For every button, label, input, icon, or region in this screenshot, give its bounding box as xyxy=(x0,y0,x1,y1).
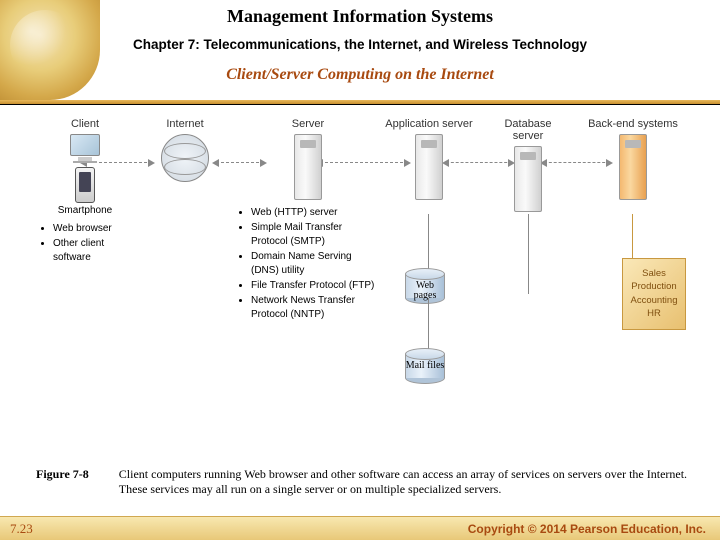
figure-number: Figure 7-8 xyxy=(36,467,89,498)
column-application-server: Application server xyxy=(384,118,474,200)
globe-decoration xyxy=(0,0,100,100)
slide-header: Management Information Systems Chapter 7… xyxy=(0,0,720,104)
db-server-tower-icon xyxy=(514,146,542,212)
web-pages-cylinder: Web pages xyxy=(400,268,450,307)
backend-tower-icon xyxy=(619,134,647,200)
column-internet: Internet xyxy=(150,118,220,182)
column-server: Server Web (HTTP) server Simple Mail Tra… xyxy=(238,118,378,323)
divider-line xyxy=(0,104,720,105)
mail-files-cylinder: Mail files xyxy=(400,348,450,387)
smartphone-icon xyxy=(75,167,95,203)
db-vline xyxy=(528,214,529,294)
chapter-subtitle: Chapter 7: Telecommunications, the Inter… xyxy=(0,37,720,52)
app-server-tower-icon xyxy=(415,134,443,200)
server-label: Server xyxy=(238,118,378,130)
copyright-text: Copyright © 2014 Pearson Education, Inc. xyxy=(468,522,706,536)
pc-icon xyxy=(67,134,103,164)
client-label: Client xyxy=(40,118,130,130)
server-tower-icon xyxy=(294,134,322,200)
db-server-label: Database server xyxy=(488,118,568,142)
slide-number: 7.23 xyxy=(10,521,33,537)
internet-label: Internet xyxy=(150,118,220,130)
backend-systems-box: Sales Production Accounting HR xyxy=(622,258,686,330)
slide-footer: 7.23 Copyright © 2014 Pearson Education,… xyxy=(0,516,720,540)
column-backend: Back-end systems xyxy=(588,118,678,200)
backend-label: Back-end systems xyxy=(588,118,678,130)
server-bullets: Web (HTTP) server Simple Mail Transfer P… xyxy=(238,206,378,322)
figure-caption-row: Figure 7-8 Client computers running Web … xyxy=(36,467,690,498)
section-title: Client/Server Computing on the Internet xyxy=(0,66,720,84)
app-server-label: Application server xyxy=(384,118,474,130)
column-database-server: Database server xyxy=(488,118,568,212)
column-client: Client Smartphone Web browser Other clie… xyxy=(40,118,130,266)
smartphone-label: Smartphone xyxy=(40,205,130,216)
client-bullets: Web browser Other client software xyxy=(40,222,130,265)
diagram-figure: Client Smartphone Web browser Other clie… xyxy=(40,118,690,448)
internet-cloud-icon xyxy=(161,134,209,182)
book-title: Management Information Systems xyxy=(0,0,720,27)
figure-caption: Client computers running Web browser and… xyxy=(119,467,690,498)
back-vline xyxy=(632,214,633,260)
